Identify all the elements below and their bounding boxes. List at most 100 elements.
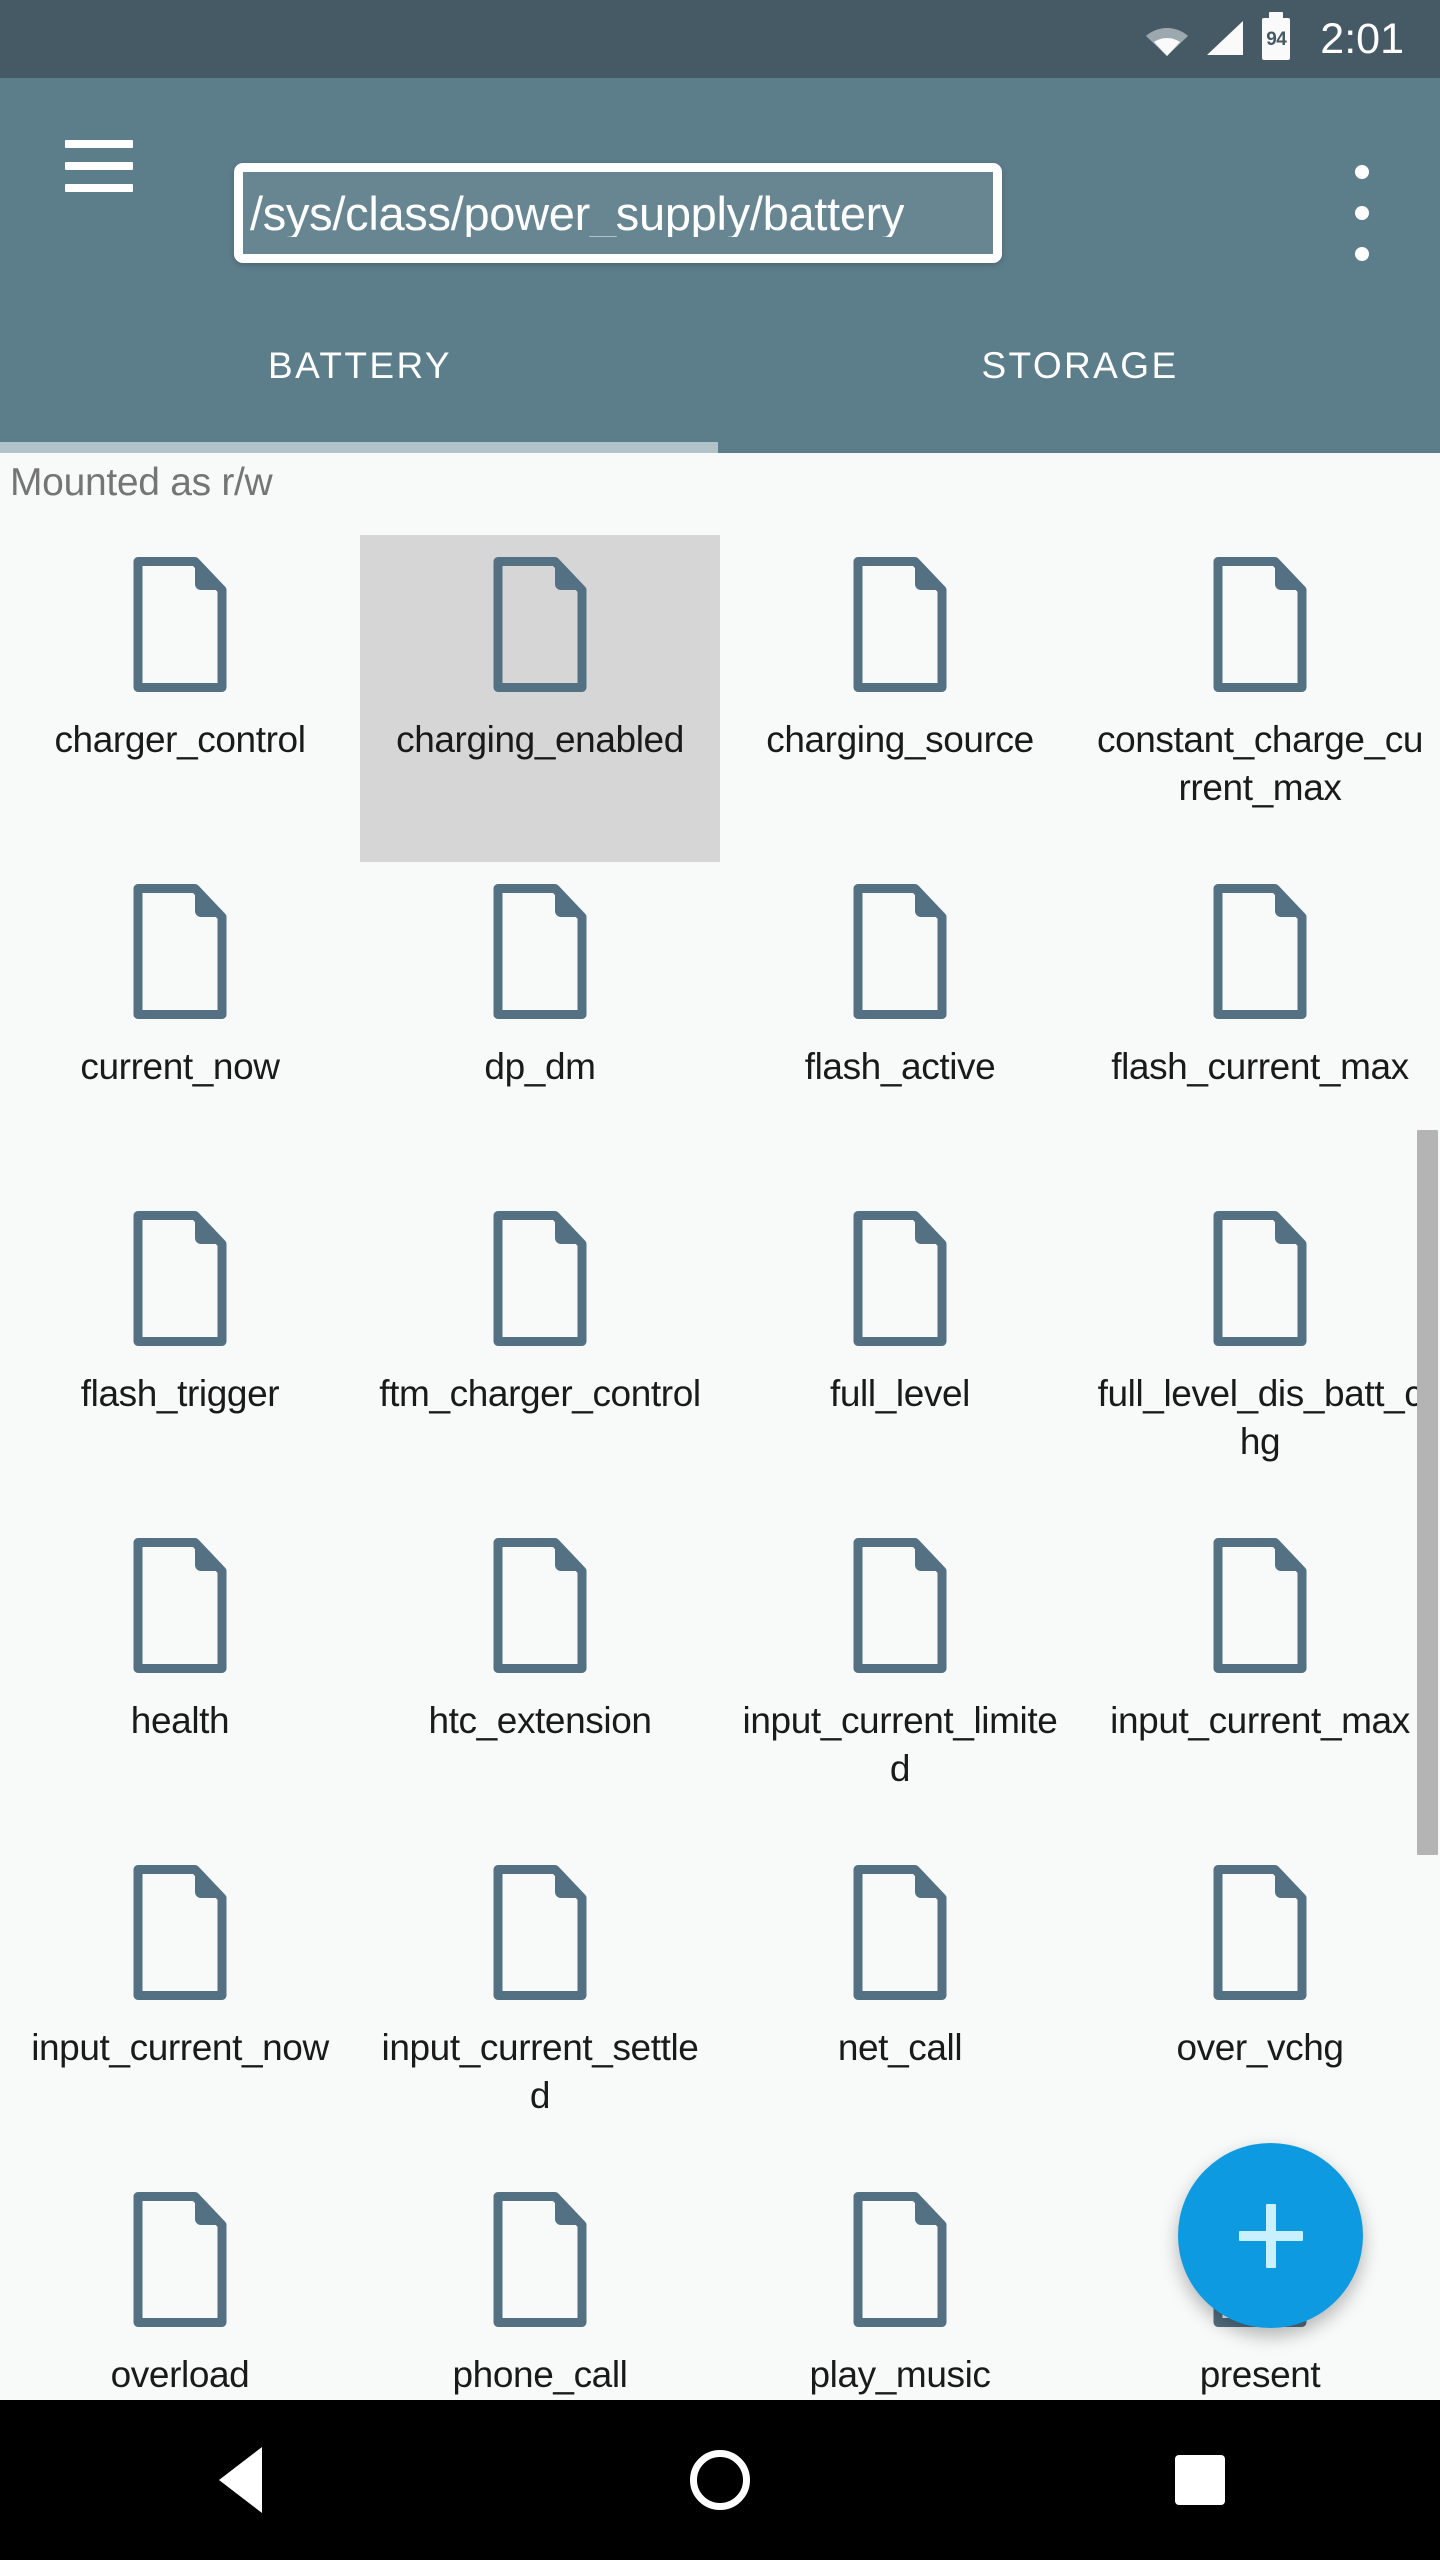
clock: 2:01 — [1320, 14, 1404, 63]
tab-active-indicator — [0, 442, 718, 453]
file-item-label: over_vchg — [1176, 2027, 1344, 2068]
hamburger-menu-icon[interactable] — [65, 140, 133, 192]
file-item-label: current_now — [80, 1046, 280, 1087]
path-input[interactable]: /sys/class/power_supply/battery — [234, 163, 1002, 263]
file-item[interactable]: full_level — [720, 1189, 1080, 1516]
file-item-label: flash_active — [804, 1046, 996, 1087]
file-item[interactable]: ftm_charger_control — [360, 1189, 720, 1516]
overflow-dot — [1355, 247, 1369, 261]
file-icon — [489, 1538, 591, 1673]
file-item-label: ftm_charger_control — [379, 1373, 701, 1414]
file-icon — [849, 2192, 951, 2327]
recents-icon — [1175, 2455, 1225, 2505]
file-item[interactable]: over_vchg — [1080, 1843, 1440, 2170]
file-item-label: dp_dm — [484, 1046, 596, 1087]
file-item[interactable]: input_current_max — [1080, 1516, 1440, 1843]
tab-storage[interactable]: STORAGE — [720, 278, 1440, 453]
file-icon — [129, 884, 231, 1019]
file-item[interactable]: overload — [0, 2170, 360, 2400]
app-toolbar: /sys/class/power_supply/battery — [0, 78, 1440, 278]
nav-back-button[interactable] — [150, 2400, 330, 2560]
file-item-label: present — [1199, 2354, 1321, 2395]
file-item[interactable]: charging_enabled — [360, 535, 720, 862]
file-item[interactable]: current_now — [0, 862, 360, 1189]
file-icon — [489, 1211, 591, 1346]
tab-battery[interactable]: BATTERY — [0, 278, 720, 453]
status-bar: 94 2:01 — [0, 0, 1440, 78]
plus-icon — [1238, 2203, 1303, 2268]
file-icon — [1209, 557, 1311, 692]
file-item-label: full_level_dis_batt_chg — [1097, 1373, 1423, 1462]
file-icon — [849, 884, 951, 1019]
file-icon — [849, 1865, 951, 2000]
file-icon — [129, 2192, 231, 2327]
file-icon — [129, 1865, 231, 2000]
home-icon — [690, 2450, 750, 2510]
file-item-label: overload — [110, 2354, 250, 2395]
file-item[interactable]: flash_active — [720, 862, 1080, 1189]
file-item-label: phone_call — [452, 2354, 628, 2395]
file-item[interactable]: full_level_dis_batt_chg — [1080, 1189, 1440, 1516]
file-icon — [129, 1538, 231, 1673]
file-item[interactable]: health — [0, 1516, 360, 1843]
nav-recents-button[interactable] — [1110, 2400, 1290, 2560]
hamburger-bar — [65, 184, 133, 192]
status-icons: 94 2:01 — [1146, 12, 1404, 63]
file-item[interactable]: charging_source — [720, 535, 1080, 862]
file-icon — [489, 884, 591, 1019]
file-icon — [1209, 1211, 1311, 1346]
file-item-label: charging_source — [766, 719, 1034, 760]
phone-screen: 94 2:01 /sys/class/power_supply/battery … — [0, 0, 1440, 2560]
file-item[interactable]: dp_dm — [360, 862, 720, 1189]
file-icon — [489, 557, 591, 692]
file-icon — [129, 557, 231, 692]
file-browser-content: Mounted as r/w charger_control charging_e… — [0, 453, 1440, 2400]
nav-home-button[interactable] — [630, 2400, 810, 2560]
tab-storage-label: STORAGE — [981, 344, 1179, 386]
file-item[interactable]: constant_charge_current_max — [1080, 535, 1440, 862]
file-item-label: input_current_limited — [742, 1700, 1058, 1789]
file-item-label: input_current_max — [1110, 1700, 1410, 1741]
file-item[interactable]: input_current_now — [0, 1843, 360, 2170]
android-navigation-bar — [0, 2400, 1440, 2560]
file-icon — [849, 557, 951, 692]
overflow-dot — [1355, 165, 1369, 179]
file-item-label: full_level — [830, 1373, 970, 1414]
file-icon — [849, 1211, 951, 1346]
tab-bar: BATTERY STORAGE — [0, 278, 1440, 453]
file-icon — [129, 1211, 231, 1346]
file-item-label: charging_enabled — [396, 719, 684, 760]
file-icon — [1209, 1865, 1311, 2000]
file-icon — [1209, 884, 1311, 1019]
file-item[interactable]: input_current_limited — [720, 1516, 1080, 1843]
file-item-label: constant_charge_current_max — [1096, 719, 1424, 808]
file-item-label: input_current_now — [31, 2027, 329, 2068]
file-item[interactable]: flash_current_max — [1080, 862, 1440, 1189]
file-icon — [1209, 1538, 1311, 1673]
battery-level-text: 94 — [1266, 28, 1287, 50]
file-item[interactable]: phone_call — [360, 2170, 720, 2400]
file-item[interactable]: net_call — [720, 1843, 1080, 2170]
file-item-label: flash_current_max — [1111, 1046, 1409, 1087]
tab-battery-label: BATTERY — [267, 344, 453, 386]
file-item[interactable]: play_music — [720, 2170, 1080, 2400]
overflow-menu-icon[interactable] — [1342, 165, 1382, 261]
file-item[interactable]: flash_trigger — [0, 1189, 360, 1516]
file-item-label: input_current_settled — [381, 2027, 699, 2116]
file-item-label: net_call — [837, 2027, 963, 2068]
file-item[interactable]: input_current_settled — [360, 1843, 720, 2170]
file-grid: charger_control charging_enabled charging_… — [0, 535, 1440, 2400]
file-item-label: play_music — [809, 2354, 991, 2395]
battery-icon: 94 — [1262, 12, 1291, 60]
file-icon — [489, 1865, 591, 2000]
file-item-label: charger_control — [54, 719, 306, 760]
wifi-icon — [1146, 22, 1189, 56]
file-item-label: health — [130, 1700, 230, 1741]
back-icon — [218, 2447, 262, 2513]
hamburger-bar — [65, 140, 133, 148]
add-fab-button[interactable] — [1178, 2143, 1363, 2328]
file-item[interactable]: htc_extension — [360, 1516, 720, 1843]
mount-status-label: Mounted as r/w — [10, 461, 273, 504]
file-item[interactable]: charger_control — [0, 535, 360, 862]
file-item-label: htc_extension — [428, 1700, 652, 1741]
